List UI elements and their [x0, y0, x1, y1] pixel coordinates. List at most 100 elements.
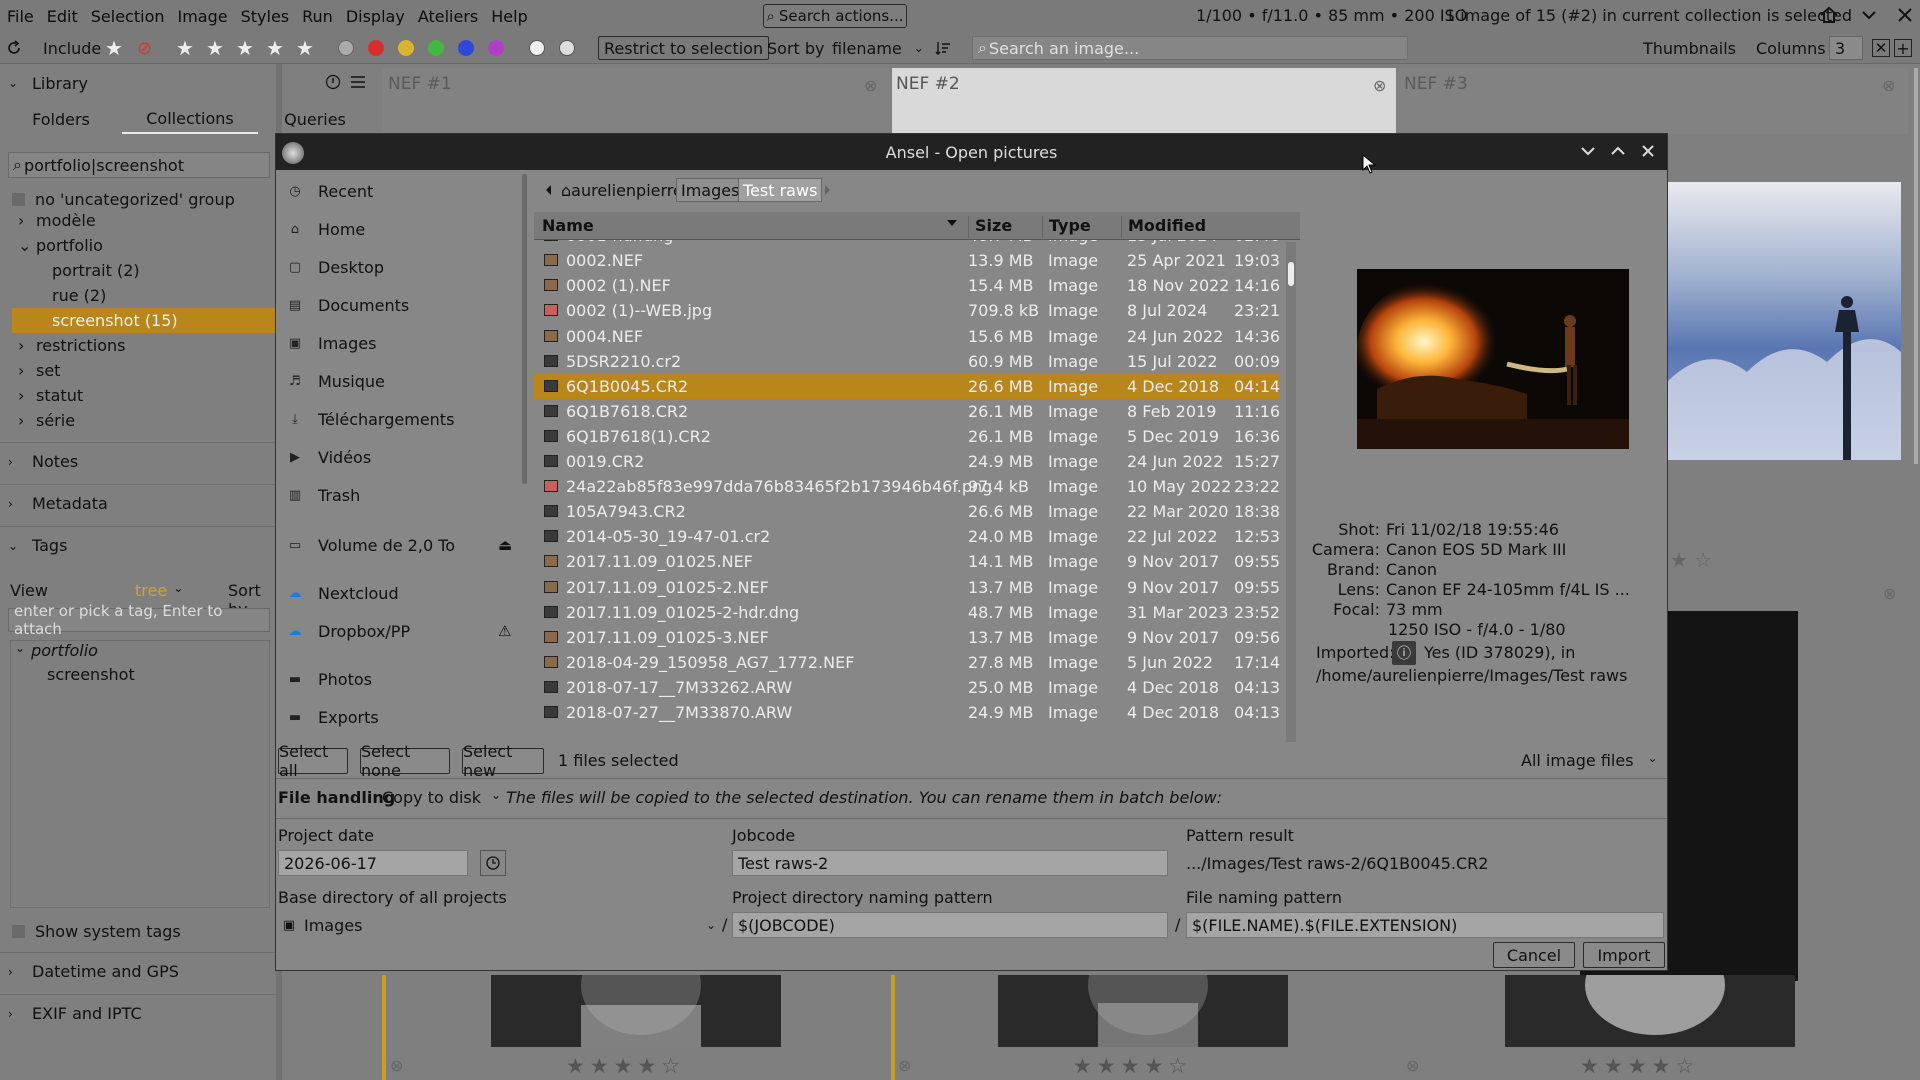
base-directory-dropdown[interactable]: ▣ Images ⌄ [278, 912, 716, 938]
file-row[interactable]: 2018-04-29_150958_AG7_1772.NEF 27.8 MB Ima… [534, 650, 1280, 675]
file-list-scrollbar[interactable] [1286, 242, 1296, 742]
tags-section-header[interactable]: ⌄ Tags [0, 526, 276, 564]
reject-icon[interactable]: ⊗ [864, 76, 877, 95]
chevron-down-icon[interactable] [1859, 5, 1879, 25]
reject-icon[interactable]: ⊗ [1373, 76, 1386, 95]
restrict-to-selection-button[interactable]: Restrict to selection [598, 36, 770, 60]
image-search-input[interactable]: ⌕ Search an image... [972, 36, 1408, 60]
datetime-section-header[interactable]: › Datetime and GPS [0, 952, 276, 990]
library-section-header[interactable]: ⌄ Library [0, 64, 276, 102]
place-trash[interactable]: ▥ Trash [280, 476, 516, 514]
color-label-red-icon[interactable] [368, 40, 384, 56]
sort-descending-icon[interactable] [946, 218, 958, 228]
place-dropbox-pp[interactable]: ☁ Dropbox/PP ⚠ [280, 612, 516, 650]
sort-field-dropdown[interactable]: filename ⌄ [832, 32, 924, 64]
add-column-icon[interactable]: + [1894, 32, 1912, 64]
menu-edit[interactable]: Edit [47, 7, 78, 26]
menu-file[interactable]: File [7, 7, 34, 26]
refresh-icon[interactable] [6, 32, 22, 64]
collection-item[interactable]: rue (2) [12, 283, 276, 308]
collection-item[interactable]: ⌄ portfolio [12, 233, 276, 258]
tag-entry-input[interactable]: enter or pick a tag, Enter to attach [8, 602, 270, 638]
rating-stars[interactable]: ★★★★☆ [1580, 1054, 1699, 1078]
rating-stars[interactable]: ★★★★☆ [566, 1054, 685, 1078]
collection-item[interactable]: › statut [12, 383, 276, 408]
menu-styles[interactable]: Styles [241, 7, 290, 26]
collection-item[interactable]: › série [12, 408, 276, 433]
file-row[interactable]: 2017.11.09_01025-2.NEF 13.7 MB Image 9 Nov … [534, 575, 1280, 600]
file-row[interactable]: 2017.11.09_01025.NEF 14.1 MB Image 9 Nov 20… [534, 549, 1280, 574]
file-row[interactable]: 2017.11.09_01025-2-hdr.dng 48.7 MB Image 31… [534, 600, 1280, 625]
breadcrumb-forward-icon[interactable] [822, 178, 832, 202]
exif-section-header[interactable]: › EXIF and IPTC [0, 994, 276, 1032]
tab-folders[interactable]: Folders [0, 104, 122, 134]
file-row[interactable]: 5DSR2210.cr2 60.9 MB Image 15 Jul 2022 00:09 [534, 349, 1280, 374]
star-filter-icon[interactable]: ★ [105, 32, 123, 64]
metadata-section-header[interactable]: › Metadata [0, 484, 276, 522]
sort-order-icon[interactable] [935, 32, 951, 64]
show-system-tags-option[interactable]: Show system tags [12, 922, 181, 941]
minimize-icon[interactable] [1579, 142, 1597, 160]
file-naming-pattern-input[interactable]: $(FILE.NAME).$(FILE.EXTENSION) [1186, 912, 1664, 938]
project-date-input[interactable]: 2026-06-17 [278, 850, 468, 876]
place-desktop[interactable]: ▢ Desktop [280, 248, 516, 286]
color-label-purple-icon[interactable] [488, 40, 504, 56]
menu-ateliers[interactable]: Ateliers [418, 7, 478, 26]
place-musique[interactable]: ♬ Musique [280, 362, 516, 400]
file-row[interactable]: 105A7943.CR2 26.6 MB Image 22 Mar 2020 18:38 [534, 499, 1280, 524]
collection-item[interactable]: portrait (2) [12, 258, 276, 283]
file-row[interactable]: 2018-07-17__7M33262.ARW 25.0 MB Image 4 Dec… [534, 675, 1280, 700]
file-row[interactable]: 6Q1B7618(1).CR2 26.1 MB Image 5 Dec 2019 16:… [534, 424, 1280, 449]
file-row[interactable]: 2017.11.09_01025-3.NEF 13.7 MB Image 9 Nov … [534, 625, 1280, 650]
place-volume-de-2-0-to[interactable]: ▭ Volume de 2,0 To ⏏ [280, 526, 516, 564]
thumbnail-image[interactable] [491, 975, 781, 1047]
maximize-icon[interactable] [1609, 142, 1627, 160]
breadcrumb-item-current[interactable]: Test raws [738, 178, 823, 202]
file-handling-dropdown[interactable]: Copy to disk ⌄ [382, 788, 501, 807]
reject-icon[interactable]: ⊗ [898, 1056, 911, 1075]
thumbnail-cell[interactable] [1398, 68, 1908, 134]
scrollbar-thumb[interactable] [1288, 262, 1294, 286]
place-photos[interactable]: ▬ Photos [280, 660, 516, 698]
place-documents[interactable]: ▤ Documents [280, 286, 516, 324]
column-header-modified[interactable]: Modified [1121, 216, 1206, 238]
columns-input[interactable]: 3 [1829, 36, 1863, 60]
color-label-green-icon[interactable] [428, 40, 444, 56]
thumbnail-image[interactable] [998, 975, 1288, 1047]
color-label-none-icon[interactable] [338, 40, 354, 56]
file-row[interactable]: 0004.NEF 15.6 MB Image 24 Jun 2022 14:36 [534, 324, 1280, 349]
star-2-icon[interactable]: ★ [206, 32, 224, 64]
thumbnail-cell-selected[interactable] [892, 68, 1396, 134]
breadcrumb-back-icon[interactable] [544, 178, 554, 202]
tag-tree-root[interactable]: ⌄ portfolio [15, 641, 98, 660]
select-new-button[interactable]: Select new [462, 742, 544, 780]
and-operator-icon[interactable] [529, 40, 545, 56]
file-row[interactable]: 0002 (1).NEF 15.4 MB Image 18 Nov 2022 14:16 [534, 273, 1280, 298]
reject-icon[interactable]: ⊗ [1883, 584, 1896, 603]
collection-query-input[interactable]: ⌕ portfolio|screenshot [8, 152, 270, 178]
tag-tree-child[interactable]: screenshot [47, 665, 135, 684]
home-icon[interactable] [1819, 5, 1839, 25]
place-images[interactable]: ▣ Images [280, 324, 516, 362]
notes-section-header[interactable]: › Notes [0, 442, 276, 480]
star-icon[interactable]: ★ ☆ [1670, 548, 1712, 572]
place-vid-os[interactable]: ▶ Vidéos [280, 438, 516, 476]
reject-icon[interactable]: ⊗ [1882, 76, 1895, 95]
import-button[interactable]: Import [1583, 942, 1665, 968]
eject-icon[interactable]: ⏏ [498, 536, 512, 554]
places-scrollbar[interactable] [522, 174, 527, 484]
reject-filter-icon[interactable]: ⊘ [137, 32, 152, 64]
place-t-l-chargements[interactable]: ⤓ Téléchargements [280, 400, 516, 438]
menu-image[interactable]: Image [178, 7, 228, 26]
color-label-yellow-icon[interactable] [398, 40, 414, 56]
reject-icon[interactable]: ⊗ [1406, 1056, 1419, 1075]
file-row[interactable]: 0002 (1)--WEB.jpg 709.8 kB Image 8 Jul 2024… [534, 298, 1280, 323]
collection-item[interactable]: › modèle [12, 210, 276, 233]
menu-help[interactable]: Help [491, 7, 527, 26]
uncategorized-option[interactable]: no 'uncategorized' group [12, 190, 235, 209]
menu-run[interactable]: Run [302, 7, 333, 26]
file-row[interactable]: 0002.NEF 13.9 MB Image 25 Apr 2021 19:03 [534, 248, 1280, 273]
star-3-icon[interactable]: ★ [236, 32, 254, 64]
column-header-name[interactable]: Name [542, 216, 594, 235]
file-row-selected[interactable]: 6Q1B0045.CR2 26.6 MB Image 4 Dec 2018 04:14 [534, 373, 1280, 399]
